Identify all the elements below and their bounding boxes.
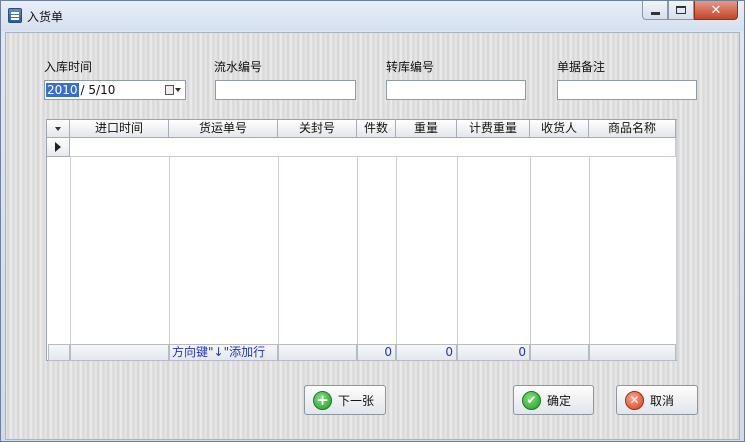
grid-column-divider — [676, 120, 677, 360]
footer-cell — [589, 344, 676, 361]
transfer-number-input[interactable] — [386, 80, 526, 100]
footer-billing-weight-total: 0 — [457, 344, 530, 361]
window-title: 入货单 — [27, 10, 64, 24]
row-indicator[interactable] — [47, 138, 70, 157]
inbound-order-window: 入货单 ✕ 入库时间 流水编号 转库编号 单据备注 2010 / 5/10 进口… — [0, 0, 745, 442]
maximize-icon — [676, 6, 686, 14]
calendar-icon — [165, 85, 174, 95]
next-button-label: 下一张 — [338, 393, 375, 408]
current-row-arrow-icon — [55, 142, 61, 152]
minimize-icon — [650, 11, 660, 15]
app-icon — [8, 8, 22, 23]
close-icon: ✕ — [710, 2, 722, 18]
footer-cell — [278, 344, 357, 361]
cancel-button-label: 取消 — [650, 393, 675, 408]
column-header-billing-weight[interactable]: 计费重量 — [457, 120, 530, 138]
goods-grid[interactable]: 进口时间 货运单号 关封号 件数 重量 计费重量 收货人 商品名称 方向键"↓"… — [46, 119, 677, 361]
column-header-product-name[interactable]: 商品名称 — [589, 120, 676, 138]
chevron-down-icon — [175, 88, 181, 92]
title-bar[interactable]: 入货单 ✕ — [1, 1, 744, 31]
serial-number-input[interactable] — [215, 80, 356, 100]
grid-select-all-header[interactable] — [47, 120, 70, 138]
maximize-button[interactable] — [668, 1, 694, 20]
date-dropdown-button[interactable] — [164, 83, 182, 97]
confirm-button[interactable]: ✔ 确定 — [513, 385, 594, 415]
remark-input[interactable] — [557, 80, 697, 100]
footer-add-row-hint: 方向键"↓"添加行 — [169, 344, 278, 361]
remark-label: 单据备注 — [557, 60, 606, 74]
footer-cell — [530, 344, 589, 361]
column-header-weight[interactable]: 重量 — [396, 120, 457, 138]
column-header-pieces[interactable]: 件数 — [357, 120, 396, 138]
date-picker[interactable]: 2010 / 5/10 — [44, 80, 186, 100]
close-button[interactable]: ✕ — [694, 1, 738, 20]
x-circle-icon: ✕ — [625, 390, 644, 410]
next-button[interactable]: + 下一张 — [304, 385, 386, 415]
footer-weight-total: 0 — [396, 344, 457, 361]
column-header-waybill[interactable]: 货运单号 — [169, 120, 278, 138]
confirm-button-label: 确定 — [547, 393, 572, 408]
date-month-day[interactable]: / 5/10 — [79, 83, 116, 97]
form-body: 入库时间 流水编号 转库编号 单据备注 2010 / 5/10 进口时间 货运单… — [5, 32, 740, 440]
table-row[interactable] — [70, 138, 676, 157]
cancel-button[interactable]: ✕ 取消 — [616, 385, 698, 415]
column-header-consignee[interactable]: 收货人 — [530, 120, 589, 138]
column-header-seal-number[interactable]: 关封号 — [278, 120, 357, 138]
date-year-segment[interactable]: 2010 — [46, 83, 79, 97]
footer-cell — [70, 344, 169, 361]
serial-number-label: 流水编号 — [214, 60, 263, 74]
footer-cell — [48, 344, 70, 361]
transfer-number-label: 转库编号 — [386, 60, 435, 74]
chevron-down-icon — [55, 126, 61, 131]
check-circle-icon: ✔ — [522, 390, 541, 410]
footer-pieces-total: 0 — [357, 344, 396, 361]
plus-circle-icon: + — [313, 390, 332, 410]
window-controls: ✕ — [642, 1, 738, 21]
date-label: 入库时间 — [44, 60, 93, 74]
minimize-button[interactable] — [642, 1, 668, 20]
column-header-import-time[interactable]: 进口时间 — [70, 120, 169, 138]
